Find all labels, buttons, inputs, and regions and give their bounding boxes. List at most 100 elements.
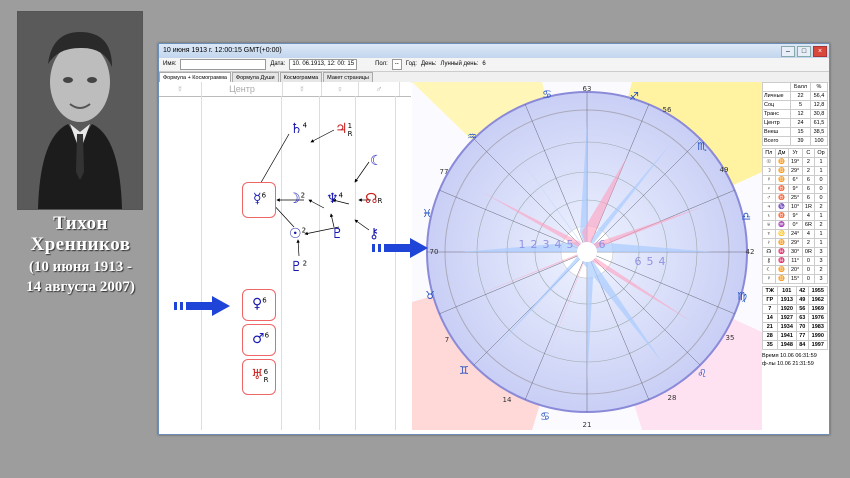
table-row: 7 1920 56 1969 — [762, 304, 829, 314]
year-cell: 63 — [795, 313, 809, 323]
zodiac-sign: ♐ — [629, 90, 639, 103]
planet-cell: 25° — [787, 193, 803, 203]
table-row: ♄ ♉ 9° 4 1 — [762, 211, 828, 221]
planet-cell: ♂ — [762, 193, 776, 203]
table-row: 35 1948 84 1997 — [762, 340, 829, 350]
year-cell: 35 — [762, 340, 778, 350]
table-row: 21 1934 70 1983 — [762, 322, 829, 332]
planet-cell: 1 — [814, 166, 828, 176]
planet-cell: 29° — [787, 166, 803, 176]
name-input[interactable] — [180, 59, 267, 70]
time-label: Время — [762, 353, 779, 359]
planet-cell: 1 — [814, 211, 828, 221]
house-label-77: 77 — [440, 168, 449, 176]
planet-cell: 0 — [801, 274, 816, 284]
cosmogram-chart: 63 56 49 42 35 28 21 14 7 70 77 1 2 3 4 … — [412, 82, 762, 430]
planet-cell: 0 — [814, 184, 828, 194]
year-cell: 1990 — [807, 331, 829, 341]
mars-node: ♂6 — [252, 332, 269, 346]
planet-cell: ♉ — [774, 193, 789, 203]
planet-cell: ⚷ — [762, 256, 776, 266]
planet-cell: ♊ — [774, 265, 789, 275]
minimize-button[interactable]: – — [781, 46, 795, 57]
north-node-retro: R — [377, 197, 383, 205]
portrait-photo — [17, 11, 143, 210]
jupiter-node: ♃1 R — [335, 122, 352, 138]
inner-number-3: 3 — [543, 238, 550, 251]
year-cell: 1969 — [807, 304, 829, 314]
person-dates-line2: 14 августа 2007) — [26, 279, 135, 295]
score-header-percent: % — [809, 82, 829, 92]
planet-cell: ☽ — [762, 166, 776, 176]
planet-cell: 29° — [787, 238, 803, 248]
house-label-63: 63 — [583, 85, 592, 93]
table-row: Внеш 15 38,5 — [761, 127, 829, 137]
uranus-glyph: ♅ — [251, 367, 264, 383]
planet-cell: ♇ — [762, 238, 776, 248]
node-north-node: ☊R — [365, 192, 382, 206]
house-label-28: 28 — [668, 394, 677, 402]
inner-number-2: 2 — [531, 238, 538, 251]
date-label: Дата: — [270, 61, 286, 67]
planet-cell: ♒ — [774, 220, 789, 230]
venus-num: 6 — [262, 296, 267, 305]
jupiter-glyph: ♃ — [335, 121, 348, 137]
planet-cell: 2 — [801, 238, 816, 248]
ffly-label: ф-лы — [762, 361, 776, 367]
planet-cell: 0 — [814, 175, 828, 185]
planet-cell: 19° — [787, 157, 803, 167]
table-row: ГР 1913 49 1962 — [762, 295, 829, 305]
jupiter-retro: R — [347, 130, 353, 138]
planet-cell: ♄ — [762, 211, 776, 221]
year-cell: 77 — [795, 331, 809, 341]
table-row: ☾ ♊ 20° 0 2 — [762, 265, 828, 275]
table-row: ☽ ♊ 29° 2 1 — [762, 166, 828, 176]
inner-number-4b: 4 — [659, 255, 666, 268]
cosmogram-svg: 63 56 49 42 35 28 21 14 7 70 77 1 2 3 4 … — [412, 82, 762, 430]
score-table: Балл% Личные 22 56,4 Соц 5 12,8 Транс 12 30,8 … — [761, 82, 829, 146]
table-row: ТЖ 101 42 1955 — [762, 286, 829, 296]
pluto-node: ♇ — [331, 227, 344, 241]
planet-cell: 3 — [814, 274, 828, 284]
year-cell: 1913 — [776, 295, 797, 305]
planet-header-cell: Ор — [814, 148, 828, 158]
window-titlebar: 10 июня 1913 г. 12:00:15 GMT(+0:00) – □ … — [159, 44, 829, 58]
venus-node: ♀6 — [252, 297, 267, 311]
score-cell: 12 — [790, 109, 811, 119]
window-title: 10 июня 1913 г. 12:00:15 GMT(+0:00) — [163, 47, 282, 54]
neptune-node: ♆4 — [326, 192, 343, 206]
table-row: ☉ ♊ 19° 2 1 — [762, 157, 828, 167]
table-row: ⚷ ♓ 11° 0 3 — [762, 256, 828, 266]
date-input[interactable]: 10. 06.1913, 12: 00: 15 — [289, 59, 358, 70]
planet-cell: 9° — [787, 211, 803, 221]
pluto2-node: ♇2 — [290, 260, 307, 274]
uranus-box: ♅6 R — [242, 359, 276, 395]
score-header-blank — [761, 82, 792, 92]
planet-header-cell: С — [801, 148, 816, 158]
sex-select[interactable]: -- — [391, 59, 402, 70]
planet-cell: ☿ — [762, 274, 776, 284]
planet-cell: ♓ — [774, 247, 789, 257]
score-cell: 38,5 — [809, 127, 829, 137]
planet-cell: 2 — [801, 166, 816, 176]
planet-cell: ♉ — [774, 211, 789, 221]
score-cell: 56,4 — [809, 91, 829, 101]
maximize-button[interactable]: □ — [797, 46, 811, 57]
year-cell: 7 — [762, 304, 778, 314]
year-cell: 1934 — [776, 322, 797, 332]
planet-cell: 2 — [814, 220, 828, 230]
lilith-node: ☾ — [370, 154, 383, 168]
close-button[interactable]: × — [813, 46, 827, 57]
year-cell: 42 — [795, 286, 809, 296]
zodiac-sign: ♉ — [425, 289, 435, 302]
time-value: 10.06 06:31:59 — [780, 353, 817, 359]
table-row: ♅ ♒ 0° 6R 2 — [762, 220, 828, 230]
year-cell: 21 — [762, 322, 778, 332]
score-cell: Личные — [761, 91, 792, 101]
house-label-49: 49 — [720, 166, 729, 174]
planet-cell: 24° — [787, 229, 803, 239]
score-cell: Транс — [761, 109, 792, 119]
years-table: ТЖ 101 42 1955 ГР 1913 49 1962 7 1920 56 1969 14 1927… — [762, 286, 829, 350]
north-node-glyph: ☊ — [365, 191, 378, 207]
planet-cell: ♉ — [774, 184, 789, 194]
